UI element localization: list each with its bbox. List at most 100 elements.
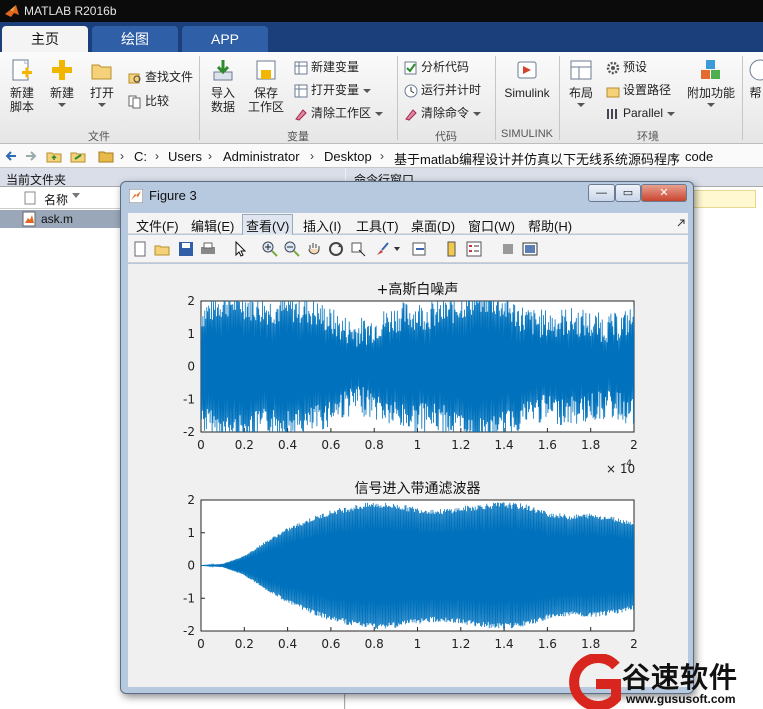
chevron-down-icon (473, 111, 482, 116)
watermark-name: 谷速软件 (622, 662, 739, 693)
find-files-button[interactable]: 查找文件 (128, 68, 193, 86)
tab-apps[interactable]: APP (182, 26, 268, 52)
path-separator: › (120, 149, 124, 163)
zoom-out-icon[interactable] (284, 241, 300, 257)
rotate-3d-icon[interactable] (328, 241, 344, 257)
pointer-arrow-icon[interactable] (232, 241, 248, 257)
set-path-button[interactable]: 设置路径 (606, 81, 671, 99)
simulink-button[interactable]: Simulink (502, 58, 552, 100)
new-plus-icon (52, 60, 72, 80)
current-folder-title: 当前文件夹 (6, 173, 67, 187)
menu-tools[interactable]: 工具(T) (356, 216, 399, 235)
help-label: 帮 (749, 86, 762, 100)
chevron-down-icon (375, 111, 384, 116)
zoom-in-icon[interactable] (262, 241, 278, 257)
addons-button[interactable]: 附加功能 (686, 58, 736, 107)
figure-title: Figure 3 (149, 188, 197, 203)
close-button[interactable]: ✕ (641, 184, 687, 202)
menu-view[interactable]: 查看(V) (242, 214, 294, 237)
save-workspace-button[interactable]: 保存 工作区 (246, 58, 286, 114)
menu-window[interactable]: 窗口(W) (468, 216, 515, 235)
x-tick-label: 1.8 (581, 637, 600, 651)
sort-desc-icon[interactable] (72, 193, 80, 198)
parallel-label: Parallel (623, 106, 664, 120)
new-variable-icon (294, 61, 308, 75)
x-tick-label: 1.6 (538, 438, 557, 452)
find-files-label: 查找文件 (145, 70, 194, 84)
x-tick-label: 0 (197, 637, 205, 651)
chevron-down-icon[interactable] (394, 247, 400, 251)
set-path-label: 设置路径 (623, 83, 672, 97)
path-crumb-project[interactable]: 基于matlab编程设计并仿真以下无线系统源码程序 (394, 149, 680, 168)
undock-arrow-icon[interactable] (676, 218, 686, 228)
chevron-down-icon (707, 103, 715, 107)
show-plot-tools-icon[interactable] (522, 241, 538, 257)
column-name-header[interactable]: 名称 (44, 191, 68, 208)
minimize-button[interactable]: — (588, 184, 615, 202)
compare-button[interactable]: 比较 (128, 92, 169, 110)
figure-plot-svg: +高斯白噪声 0 0.2 0.4 0.6 0.8 1 1.2 1.4 1.6 1.8 2 2 1 0 -1 -… (183, 281, 638, 651)
layout-button[interactable]: 布局 (564, 58, 598, 107)
clear-commands-button[interactable]: 清除命令 (404, 104, 482, 122)
colorbar-icon[interactable] (444, 241, 460, 257)
run-and-time-button[interactable]: 运行并计时 (404, 81, 481, 99)
save-icon[interactable] (178, 241, 194, 257)
y-tick-label: 2 (187, 294, 195, 308)
path-crumb-drive[interactable]: C: (134, 149, 147, 164)
new-button[interactable]: 新建 (44, 58, 80, 107)
brush-icon[interactable] (374, 241, 390, 257)
menu-file[interactable]: 文件(F) (136, 216, 179, 235)
pan-hand-icon[interactable] (306, 241, 322, 257)
path-separator: › (208, 149, 212, 163)
addons-cubes-icon (701, 60, 720, 79)
maximize-button[interactable]: ▭ (615, 184, 641, 202)
analyze-code-button[interactable]: 分析代码 (404, 58, 469, 76)
run-and-time-icon (404, 84, 418, 98)
link-plot-icon[interactable] (412, 241, 428, 257)
x-tick-label: 0.8 (365, 438, 384, 452)
menu-edit[interactable]: 编辑(E) (191, 216, 234, 235)
help-icon (749, 59, 763, 81)
tab-home[interactable]: 主页 (2, 26, 88, 52)
new-script-button[interactable]: 新建 脚本 (4, 58, 40, 114)
figure-toolbar (128, 235, 688, 263)
legend-icon[interactable] (466, 241, 482, 257)
axes-1-exponent-power: -4 (623, 459, 632, 469)
parallel-button[interactable]: Parallel (606, 104, 676, 122)
figure-title-bar[interactable]: Figure 3 — ▭ ✕ (121, 182, 693, 210)
browse-folder-icon[interactable] (70, 148, 86, 164)
path-crumb-users[interactable]: Users (168, 149, 202, 164)
open-variable-button[interactable]: 打开变量 (294, 81, 372, 99)
back-arrow-icon[interactable] (4, 149, 18, 163)
menu-desktop[interactable]: 桌面(D) (411, 216, 455, 235)
run-and-time-label: 运行并计时 (421, 83, 482, 97)
open-button[interactable]: 打开 (84, 58, 120, 107)
menu-help[interactable]: 帮助(H) (528, 216, 572, 235)
new-figure-icon[interactable] (132, 241, 148, 257)
tab-plots[interactable]: 绘图 (92, 26, 178, 52)
figure-icon (129, 189, 143, 203)
clear-workspace-button[interactable]: 清除工作区 (294, 104, 384, 122)
path-crumb-code[interactable]: code (685, 149, 713, 164)
compare-label: 比较 (145, 94, 170, 108)
figure-window: Figure 3 — ▭ ✕ 文件(F) 编辑(E) 查看(V) 插入(I) 工… (120, 181, 694, 694)
data-cursor-icon[interactable] (350, 241, 366, 257)
import-data-button[interactable]: 导入 数据 (204, 58, 242, 114)
forward-arrow-icon[interactable] (24, 149, 38, 163)
up-folder-icon[interactable] (46, 148, 62, 164)
preferences-button[interactable]: 预设 (606, 58, 647, 76)
print-icon[interactable] (200, 241, 216, 257)
path-crumb-desktop[interactable]: Desktop (324, 149, 372, 164)
new-variable-button[interactable]: 新建变量 (294, 58, 359, 76)
x-tick-label: 0.2 (235, 438, 254, 452)
help-button[interactable]: 帮 (748, 58, 763, 100)
path-separator: › (380, 149, 384, 163)
folder-icon (98, 151, 114, 163)
chevron-down-icon (58, 103, 66, 107)
hide-plot-tools-icon[interactable] (500, 241, 516, 257)
open-file-icon[interactable] (154, 241, 170, 257)
path-crumb-administrator[interactable]: Administrator (223, 149, 300, 164)
menu-insert[interactable]: 插入(I) (303, 216, 341, 235)
subplot-2: 信号进入带通滤波器 0 0.2 0.4 0.6 0.8 1 1.2 1.4 1.6 1.8 2 2 1 0… (183, 481, 638, 651)
clear-workspace-label: 清除工作区 (311, 106, 372, 120)
